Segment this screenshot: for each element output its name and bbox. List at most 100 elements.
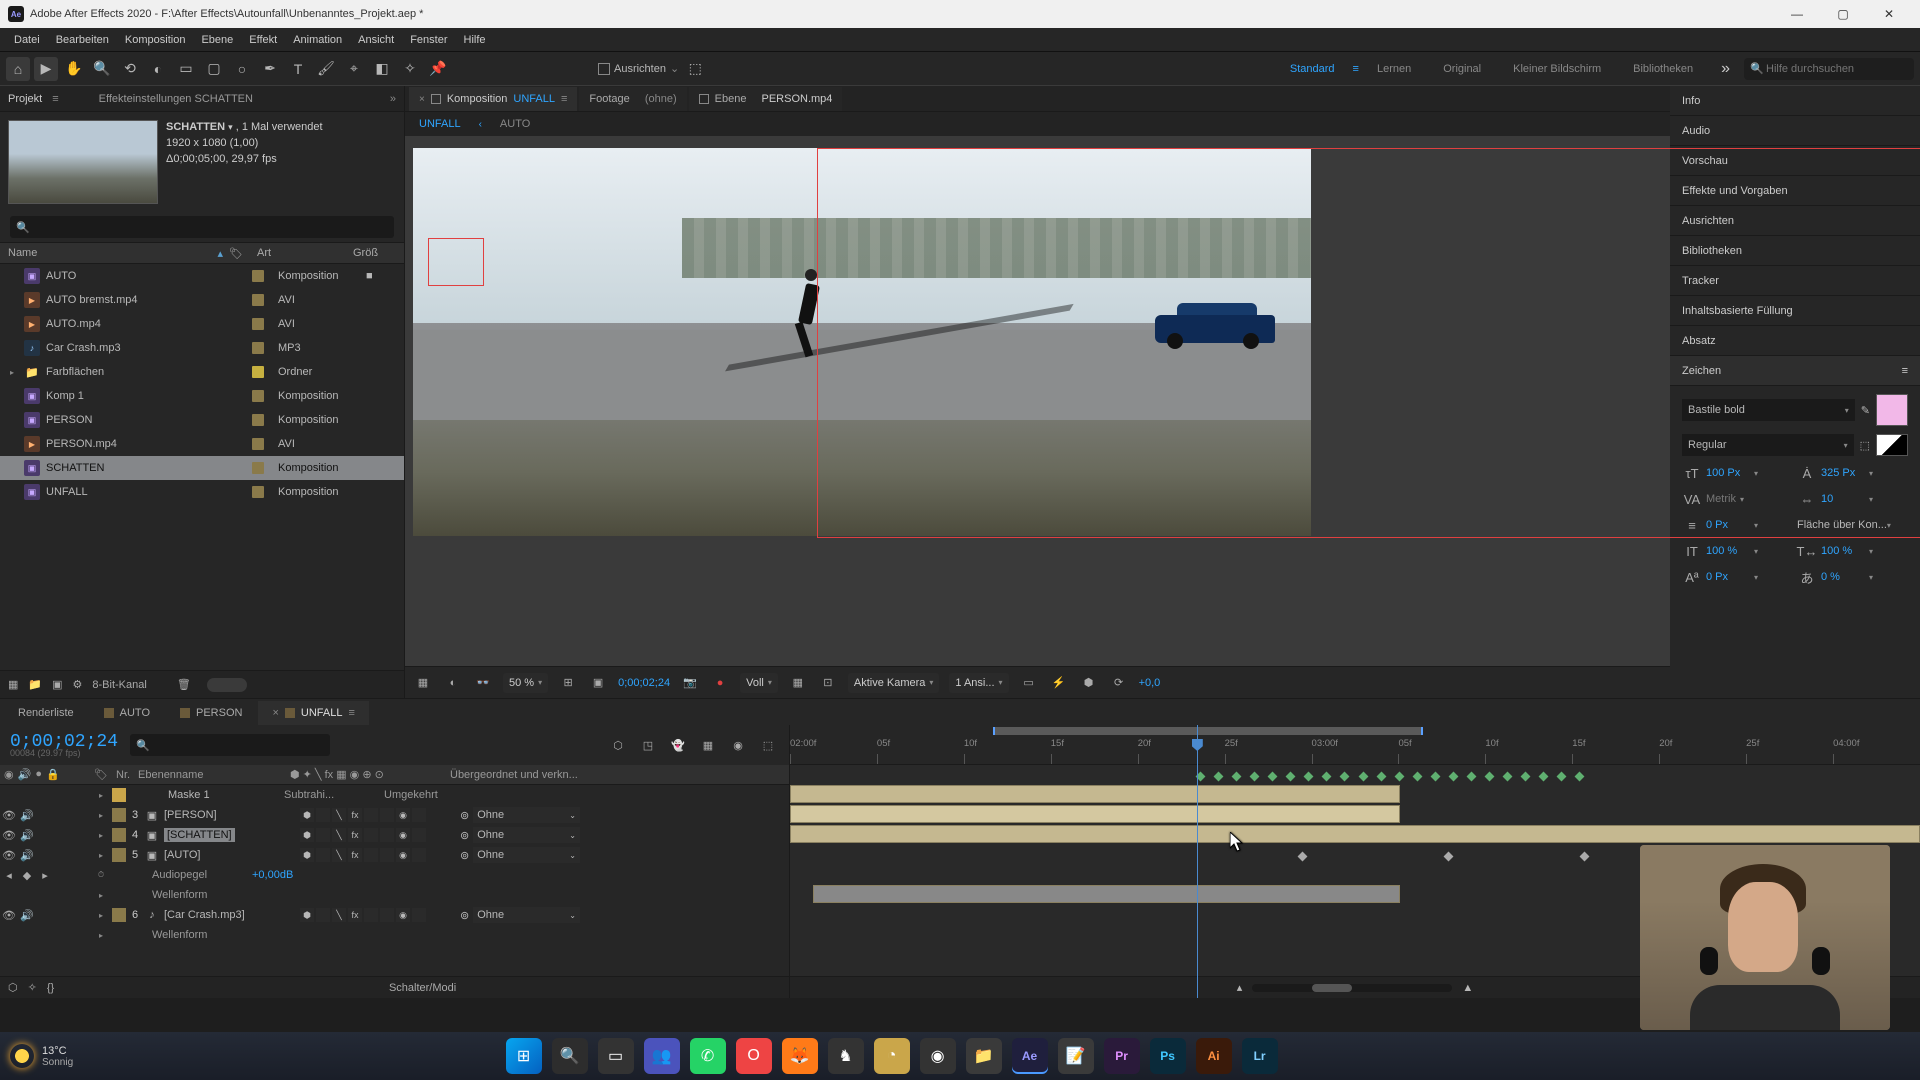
resolution-icon[interactable]: ⊞ (558, 673, 578, 693)
zoom-out-icon[interactable]: ▴ (1237, 981, 1243, 994)
pen-tool-icon[interactable]: ✒ (258, 57, 282, 81)
layer-property-row[interactable]: ◂◆▸⏱Audiopegel+0,00dB (0, 865, 789, 885)
text-tool-icon[interactable]: T (286, 57, 310, 81)
taskbar-taskview-icon[interactable]: ▭ (598, 1038, 634, 1074)
views-dropdown[interactable]: 1 Ansi...▾ (949, 673, 1008, 693)
graph-editor-icon[interactable]: ⬚ (757, 734, 779, 756)
panel-bibliotheken[interactable]: Bibliotheken (1670, 236, 1920, 266)
font-family-dropdown[interactable]: Bastile bold▾ (1682, 399, 1855, 421)
project-item[interactable]: ▶AUTO bremst.mp4AVI (0, 288, 404, 312)
menu-bearbeiten[interactable]: Bearbeiten (48, 34, 117, 46)
camera-dropdown[interactable]: Aktive Kamera▾ (848, 673, 940, 693)
menu-effekt[interactable]: Effekt (241, 34, 285, 46)
menu-hilfe[interactable]: Hilfe (456, 34, 494, 46)
taskbar-notepad-icon[interactable]: 📝 (1058, 1038, 1094, 1074)
eraser-tool-icon[interactable]: ◧ (370, 57, 394, 81)
taskbar-teams-icon[interactable]: 👥 (644, 1038, 680, 1074)
panel-effekte[interactable]: Effekte und Vorgaben (1670, 176, 1920, 206)
stroke-color-swatch[interactable] (1876, 434, 1908, 456)
timeline-layer-row[interactable]: 👁🔊▸4▣[SCHATTEN]⬢╲fx◉⊚Ohne⌄ (0, 825, 789, 845)
menu-ansicht[interactable]: Ansicht (350, 34, 402, 46)
snap-toggle[interactable]: Ausrichten ⌄ (598, 62, 679, 75)
new-folder-icon[interactable]: 📁 (28, 678, 42, 691)
project-item[interactable]: ♪Car Crash.mp3MP3 (0, 336, 404, 360)
timeline-tab-renderliste[interactable]: Renderliste (4, 701, 88, 725)
taskbar-firefox-icon[interactable]: 🦊 (782, 1038, 818, 1074)
exposure-value[interactable]: +0,0 (1139, 677, 1161, 689)
tsume-value[interactable]: 0 % (1821, 571, 1865, 583)
switches-modes-toggle[interactable]: Schalter/Modi (389, 982, 456, 994)
baseline-value[interactable]: 0 Px (1706, 571, 1750, 583)
taskbar-photoshop-icon[interactable]: Ps (1150, 1038, 1186, 1074)
roto-tool-icon[interactable]: ✧ (398, 57, 422, 81)
timeline-tab-person[interactable]: PERSON (166, 701, 256, 725)
project-search-input[interactable]: 🔍 (10, 216, 394, 238)
project-item-list[interactable]: ▣AUTOKomposition■▶AUTO bremst.mp4AVI▶AUT… (0, 264, 404, 670)
window-close-button[interactable]: ✕ (1866, 0, 1912, 28)
composition-viewport[interactable] (405, 136, 1670, 666)
taskbar-lightroom-icon[interactable]: Lr (1242, 1038, 1278, 1074)
shy-icon[interactable]: 👻 (667, 734, 689, 756)
fill-color-swatch[interactable] (1876, 394, 1908, 426)
comp-mini-flowchart-icon[interactable]: ⬡ (607, 734, 629, 756)
project-column-headers[interactable]: Name▴ 🏷 Art Größ (0, 242, 404, 264)
workspace-bibliotheken[interactable]: Bibliotheken (1619, 63, 1707, 75)
timeline-tab-unfall[interactable]: ×UNFALL≡ (258, 701, 368, 725)
work-area-bar[interactable] (993, 727, 1422, 735)
kerning-value[interactable]: Metrik (1706, 493, 1736, 505)
font-style-dropdown[interactable]: Regular▾ (1682, 434, 1854, 456)
panel-zeichen[interactable]: Zeichen≡ (1670, 356, 1920, 386)
draft3d-icon[interactable]: ◳ (637, 734, 659, 756)
project-item[interactable]: ▸📁FarbflächenOrdner (0, 360, 404, 384)
taskbar-aftereffects-icon[interactable]: Ae (1012, 1038, 1048, 1074)
timeline-layer-row[interactable]: 👁🔊▸5▣[AUTO]⬢╲fx◉⊚Ohne⌄ (0, 845, 789, 865)
timeline-layer-row[interactable]: 👁🔊▸3▣[PERSON]⬢╲fx◉⊚Ohne⌄ (0, 805, 789, 825)
roi-icon[interactable]: ▣ (588, 673, 608, 693)
taskbar-illustrator-icon[interactable]: Ai (1196, 1038, 1232, 1074)
workspace-original[interactable]: Original (1429, 63, 1495, 75)
mask-row[interactable]: ▸Maske 1Subtrahi...Umgekehrt (0, 785, 789, 805)
viewer-tab-ebene[interactable]: Ebene PERSON.mp4 (689, 87, 843, 111)
effect-controls-tab[interactable]: Effekteinstellungen SCHATTEN (99, 93, 253, 105)
project-item[interactable]: ▶AUTO.mp4AVI (0, 312, 404, 336)
layer-property-row[interactable]: ▸Wellenform (0, 925, 789, 945)
stroke-width-value[interactable]: 0 Px (1706, 519, 1750, 531)
hand-tool-icon[interactable]: ✋ (62, 57, 86, 81)
panel-contentaware[interactable]: Inhaltsbasierte Füllung (1670, 296, 1920, 326)
taskbar-whatsapp-icon[interactable]: ✆ (690, 1038, 726, 1074)
panel-tracker[interactable]: Tracker (1670, 266, 1920, 296)
home-icon[interactable]: ⌂ (6, 57, 30, 81)
grid-icon[interactable]: ▦ (788, 673, 808, 693)
taskbar-app2-icon[interactable]: ◔ (874, 1038, 910, 1074)
menu-ebene[interactable]: Ebene (193, 34, 241, 46)
layer-bar[interactable] (790, 785, 1400, 803)
project-item[interactable]: ▶PERSON.mp4AVI (0, 432, 404, 456)
always-preview-icon[interactable]: ▦ (413, 673, 433, 693)
workspace-more-button[interactable]: » (1711, 60, 1740, 78)
new-comp-icon[interactable]: ▣ (52, 678, 62, 691)
workspace-kleiner[interactable]: Kleiner Bildschirm (1499, 63, 1615, 75)
rotate-tool-icon[interactable]: ◐ (146, 57, 170, 81)
taskbar-app1-icon[interactable]: ♞ (828, 1038, 864, 1074)
zoom-tool-icon[interactable]: 🔍 (90, 57, 114, 81)
project-item[interactable]: ▣PERSONKomposition (0, 408, 404, 432)
tracking-value[interactable]: 10 (1821, 493, 1865, 505)
selection-handle[interactable] (428, 238, 484, 286)
panel-audio[interactable]: Audio (1670, 116, 1920, 146)
rect-tool-icon[interactable]: ▢ (202, 57, 226, 81)
taskbar-premiere-icon[interactable]: Pr (1104, 1038, 1140, 1074)
stroke-fill-order-dropdown[interactable]: Fläche über Kon...▾ (1797, 519, 1908, 531)
clone-tool-icon[interactable]: ⌖ (342, 57, 366, 81)
viewer-tab-footage[interactable]: Footage (ohne) (579, 87, 686, 111)
panel-more-icon[interactable]: » (390, 93, 396, 105)
expand-icon[interactable]: {} (47, 982, 54, 994)
hscale-value[interactable]: 100 % (1821, 545, 1865, 557)
window-minimize-button[interactable]: — (1774, 0, 1820, 28)
project-tab[interactable]: Projekt (8, 93, 42, 105)
timeline-layer-list[interactable]: ▸Maske 1Subtrahi...Umgekehrt👁🔊▸3▣[PERSON… (0, 785, 789, 976)
panel-ausrichten[interactable]: Ausrichten (1670, 206, 1920, 236)
snapping-icon[interactable]: ⬚ (683, 57, 707, 81)
delete-icon[interactable]: 🗑 (177, 678, 191, 691)
motion-blur-icon[interactable]: ◉ (727, 734, 749, 756)
toggle-switches-icon[interactable]: ⬡ (8, 981, 18, 994)
